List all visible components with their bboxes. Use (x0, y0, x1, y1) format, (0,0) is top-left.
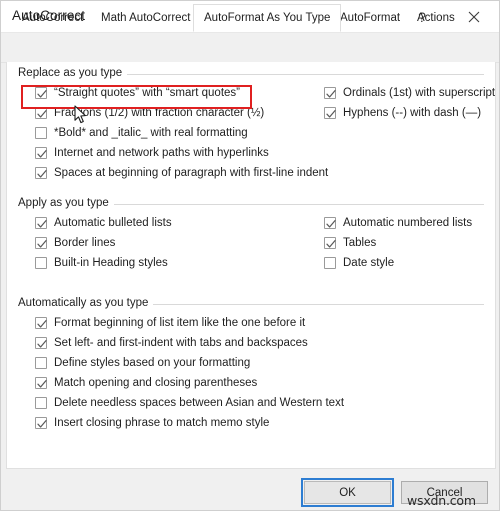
ok-button[interactable]: OK (301, 478, 394, 507)
checkbox-row-smart-quotes[interactable]: “Straight quotes” with “smart quotes” (35, 84, 240, 102)
checkbox-format-list-item[interactable] (35, 317, 47, 329)
checkbox-row-automatic-numbered-lists[interactable]: Automatic numbered lists (324, 214, 472, 232)
checkbox-row-insert-closing-phrase[interactable]: Insert closing phrase to match memo styl… (35, 414, 269, 432)
checkbox-row-delete-needless-spaces[interactable]: Delete needless spaces between Asian and… (35, 394, 344, 412)
checkbox-row-first-line-indent[interactable]: Spaces at beginning of paragraph with fi… (35, 164, 328, 182)
checkbox-label-set-indent-tabs: Set left- and first-indent with tabs and… (54, 336, 308, 349)
checkbox-label-fractions: Fractions (1/2) with fraction character … (54, 106, 265, 119)
checkbox-smart-quotes[interactable] (35, 87, 47, 99)
checkbox-row-border-lines[interactable]: Border lines (35, 234, 115, 252)
checkbox-label-format-list-item: Format beginning of list item like the o… (54, 316, 306, 329)
checkbox-hyphens[interactable] (324, 107, 336, 119)
checkbox-row-fractions[interactable]: Fractions (1/2) with fraction character … (35, 104, 264, 122)
checkbox-bold-italic[interactable] (35, 127, 47, 139)
checkbox-label-border-lines: Border lines (54, 236, 116, 249)
watermark-text: wsxdn.com (407, 493, 476, 508)
checkbox-row-hyperlinks[interactable]: Internet and network paths with hyperlin… (35, 144, 269, 162)
checkbox-automatic-numbered-lists[interactable] (324, 217, 336, 229)
checkbox-define-styles[interactable] (35, 357, 47, 369)
checkbox-label-first-line-indent: Spaces at beginning of paragraph with fi… (54, 166, 329, 179)
tab-strip (1, 33, 499, 63)
checkbox-label-date-style: Date style (343, 256, 395, 269)
checkbox-label-smart-quotes: “Straight quotes” with “smart quotes” (54, 86, 240, 99)
checkbox-label-match-parentheses: Match opening and closing parentheses (54, 376, 258, 389)
checkbox-row-define-styles[interactable]: Define styles based on your formatting (35, 354, 250, 372)
checkbox-automatic-bulleted-lists[interactable] (35, 217, 47, 229)
tab-math-autocorrect[interactable]: Math AutoCorrect (91, 5, 200, 31)
checkbox-row-hyphens[interactable]: Hyphens (--) with dash (—) (324, 104, 481, 122)
tab-autoformat[interactable]: AutoFormat (330, 5, 410, 31)
group-label-automatically-as-you-type: Automatically as you type (18, 297, 154, 309)
checkbox-row-builtin-heading-styles[interactable]: Built-in Heading styles (35, 254, 168, 272)
checkbox-fractions[interactable] (35, 107, 47, 119)
checkbox-insert-closing-phrase[interactable] (35, 417, 47, 429)
tab-autocorrect[interactable]: AutoCorrect (12, 5, 93, 31)
checkbox-ordinals[interactable] (324, 87, 336, 99)
checkbox-label-define-styles: Define styles based on your formatting (54, 356, 251, 369)
checkbox-set-indent-tabs[interactable] (35, 337, 47, 349)
checkbox-row-ordinals[interactable]: Ordinals (1st) with superscript (324, 84, 495, 102)
checkbox-border-lines[interactable] (35, 237, 47, 249)
checkbox-label-builtin-heading-styles: Built-in Heading styles (54, 256, 168, 269)
checkbox-match-parentheses[interactable] (35, 377, 47, 389)
checkbox-label-automatic-bulleted-lists: Automatic bulleted lists (54, 216, 172, 229)
group-label-apply-as-you-type: Apply as you type (18, 197, 114, 209)
tab-page-autoformat-as-you-type: Replace as you type “Straight quotes” wi… (6, 62, 496, 469)
checkbox-label-bold-italic: *Bold* and _italic_ with real formatting (54, 126, 248, 139)
checkbox-label-automatic-numbered-lists: Automatic numbered lists (343, 216, 473, 229)
checkbox-label-tables: Tables (343, 236, 377, 249)
checkbox-row-automatic-bulleted-lists[interactable]: Automatic bulleted lists (35, 214, 172, 232)
checkbox-label-hyperlinks: Internet and network paths with hyperlin… (54, 146, 269, 159)
checkbox-tables[interactable] (324, 237, 336, 249)
tab-autoformat-as-you-type[interactable]: AutoFormat As You Type (193, 4, 342, 32)
checkbox-row-date-style[interactable]: Date style (324, 254, 394, 272)
checkbox-delete-needless-spaces[interactable] (35, 397, 47, 409)
checkbox-row-match-parentheses[interactable]: Match opening and closing parentheses (35, 374, 257, 392)
checkbox-row-format-list-item[interactable]: Format beginning of list item like the o… (35, 314, 305, 332)
checkbox-label-hyphens: Hyphens (--) with dash (—) (343, 106, 482, 119)
checkbox-date-style[interactable] (324, 257, 336, 269)
checkbox-hyperlinks[interactable] (35, 147, 47, 159)
tab-actions[interactable]: Actions (407, 5, 465, 31)
checkbox-label-insert-closing-phrase: Insert closing phrase to match memo styl… (54, 416, 270, 429)
checkbox-first-line-indent[interactable] (35, 167, 47, 179)
checkbox-builtin-heading-styles[interactable] (35, 257, 47, 269)
checkbox-row-bold-italic[interactable]: *Bold* and _italic_ with real formatting (35, 124, 248, 142)
checkbox-row-tables[interactable]: Tables (324, 234, 376, 252)
checkbox-label-delete-needless-spaces: Delete needless spaces between Asian and… (54, 396, 345, 409)
checkbox-row-set-indent-tabs[interactable]: Set left- and first-indent with tabs and… (35, 334, 308, 352)
group-label-replace-as-you-type: Replace as you type (18, 67, 128, 79)
autocorrect-dialog: AutoCorrect ? AutoCorrect Math AutoCorre… (0, 0, 500, 511)
checkbox-label-ordinals: Ordinals (1st) with superscript (343, 86, 496, 99)
